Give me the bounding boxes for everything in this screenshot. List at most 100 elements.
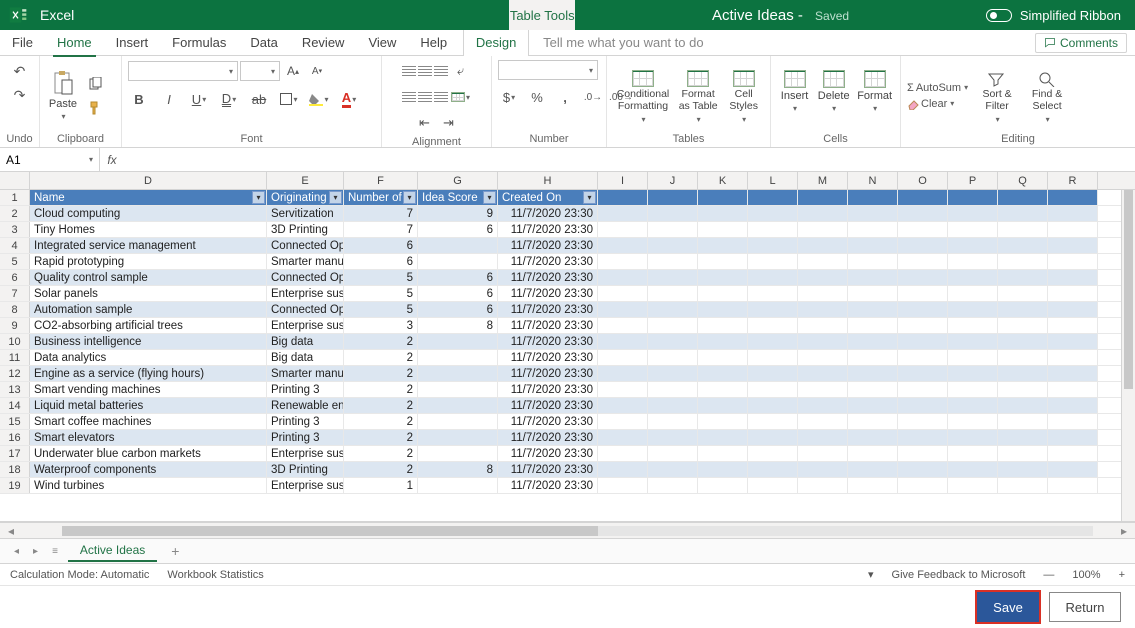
row-header[interactable]: 10 — [0, 334, 30, 349]
cell[interactable]: Big data — [267, 350, 344, 365]
cell[interactable] — [948, 238, 998, 253]
cell[interactable] — [1048, 318, 1098, 333]
cell[interactable] — [998, 318, 1048, 333]
tab-data[interactable]: Data — [238, 30, 289, 56]
cell[interactable] — [998, 206, 1048, 221]
cell[interactable] — [998, 478, 1048, 493]
cell[interactable] — [1048, 190, 1098, 205]
zoom-in[interactable]: + — [1119, 569, 1125, 581]
cell[interactable] — [698, 302, 748, 317]
cell[interactable] — [798, 286, 848, 301]
cell[interactable] — [798, 254, 848, 269]
document-title[interactable]: Active Ideas — [712, 7, 794, 24]
cell[interactable]: Smarter manufa — [267, 366, 344, 381]
filter-icon[interactable]: ▾ — [583, 191, 596, 204]
cell[interactable] — [798, 302, 848, 317]
cell[interactable] — [418, 366, 498, 381]
tab-formulas[interactable]: Formulas — [160, 30, 238, 56]
cell[interactable]: 11/7/2020 23:30 — [498, 206, 598, 221]
tab-help[interactable]: Help — [408, 30, 459, 56]
cell[interactable] — [998, 430, 1048, 445]
row-header[interactable]: 19 — [0, 478, 30, 493]
cell[interactable] — [1048, 286, 1098, 301]
merge-button[interactable]: ▾ — [450, 86, 472, 108]
row-header[interactable]: 8 — [0, 302, 30, 317]
cell[interactable]: Enterprise susta — [267, 446, 344, 461]
cell[interactable]: 11/7/2020 23:30 — [498, 222, 598, 237]
cell[interactable] — [798, 414, 848, 429]
autosum-button[interactable]: Σ AutoSum▾ — [907, 82, 968, 94]
cell[interactable] — [798, 206, 848, 221]
cell[interactable] — [948, 206, 998, 221]
cell[interactable]: Liquid metal batteries — [30, 398, 267, 413]
cell[interactable] — [948, 270, 998, 285]
cell[interactable] — [798, 270, 848, 285]
header-name[interactable]: Name▾ — [30, 190, 267, 205]
zoom-out[interactable]: — — [1043, 569, 1054, 581]
cell[interactable] — [598, 222, 648, 237]
fx-icon[interactable]: fx — [100, 153, 124, 167]
cell[interactable]: 2 — [344, 350, 418, 365]
cell[interactable] — [898, 206, 948, 221]
cell[interactable] — [848, 270, 898, 285]
cell[interactable] — [418, 382, 498, 397]
cell[interactable] — [648, 270, 698, 285]
cell[interactable] — [698, 318, 748, 333]
cell[interactable] — [648, 462, 698, 477]
cell[interactable] — [948, 366, 998, 381]
cell[interactable]: Renewable ener — [267, 398, 344, 413]
cell[interactable]: Connected Oper — [267, 270, 344, 285]
cell[interactable]: Servitization — [267, 206, 344, 221]
cell[interactable] — [748, 206, 798, 221]
cell[interactable] — [598, 286, 648, 301]
cell[interactable] — [748, 270, 798, 285]
cell[interactable] — [598, 318, 648, 333]
filter-icon[interactable]: ▾ — [403, 191, 416, 204]
cell[interactable] — [1048, 366, 1098, 381]
cell[interactable] — [848, 430, 898, 445]
cell[interactable] — [648, 302, 698, 317]
cell[interactable] — [1048, 350, 1098, 365]
cell[interactable] — [598, 270, 648, 285]
cell[interactable] — [998, 446, 1048, 461]
cell[interactable] — [1048, 238, 1098, 253]
cell[interactable] — [998, 302, 1048, 317]
cell[interactable]: 2 — [344, 414, 418, 429]
cell[interactable] — [848, 334, 898, 349]
cell[interactable] — [948, 222, 998, 237]
cell[interactable]: 8 — [418, 318, 498, 333]
cell[interactable]: 2 — [344, 398, 418, 413]
bold-button[interactable]: B — [128, 88, 150, 110]
cell[interactable] — [748, 238, 798, 253]
cell[interactable]: Smart vending machines — [30, 382, 267, 397]
cell[interactable]: 3 — [344, 318, 418, 333]
cell[interactable]: 7 — [344, 206, 418, 221]
cell[interactable] — [998, 366, 1048, 381]
cell[interactable]: Quality control sample — [30, 270, 267, 285]
strikethrough-button[interactable]: ab — [248, 88, 270, 110]
status-dropdown[interactable]: ▾ — [868, 568, 874, 581]
cell[interactable] — [1048, 270, 1098, 285]
cell[interactable] — [848, 238, 898, 253]
cell[interactable]: Connected Oper — [267, 302, 344, 317]
row-header[interactable]: 11 — [0, 350, 30, 365]
cell[interactable] — [948, 334, 998, 349]
cell[interactable]: Engine as a service (flying hours) — [30, 366, 267, 381]
cell[interactable] — [648, 334, 698, 349]
borders-button[interactable]: ▾ — [278, 88, 300, 110]
cell[interactable]: 6 — [418, 270, 498, 285]
cell[interactable] — [948, 190, 998, 205]
cell[interactable]: Printing 3 — [267, 430, 344, 445]
cell[interactable] — [748, 398, 798, 413]
cell[interactable] — [848, 318, 898, 333]
fill-color-button[interactable]: ▾ — [308, 88, 330, 110]
horizontal-scrollbar[interactable]: ◂ ▸ — [0, 522, 1135, 538]
cell[interactable] — [698, 222, 748, 237]
sheet-tab-active[interactable]: Active Ideas — [68, 540, 157, 562]
cell[interactable] — [848, 206, 898, 221]
tab-design[interactable]: Design — [463, 30, 529, 56]
cell[interactable] — [1048, 462, 1098, 477]
cell[interactable]: 1 — [344, 478, 418, 493]
cell[interactable] — [1048, 398, 1098, 413]
feedback-link[interactable]: Give Feedback to Microsoft — [892, 569, 1026, 581]
